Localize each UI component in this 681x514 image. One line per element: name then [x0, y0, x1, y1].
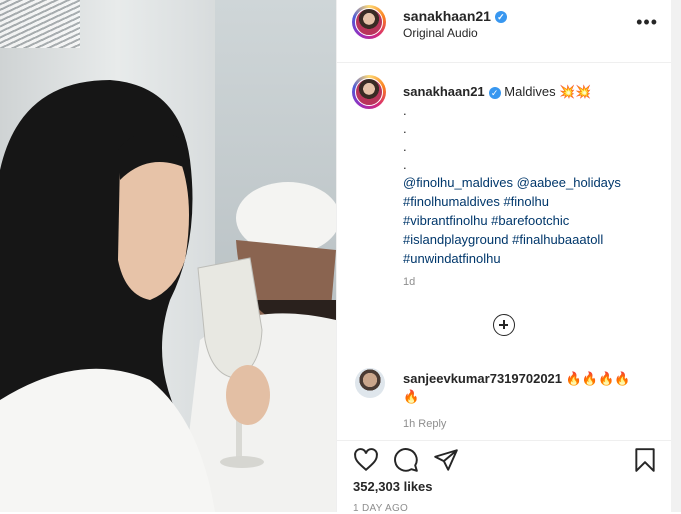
commenter-avatar[interactable] [355, 368, 385, 398]
media-scene [0, 80, 336, 512]
caption-dot: . [403, 103, 407, 118]
author-username[interactable]: sanakhaan21 ✓ [403, 8, 507, 24]
verified-badge-icon: ✓ [488, 86, 501, 99]
comment-text-continued: 🔥 [403, 389, 420, 404]
caption-dot: . [403, 121, 407, 136]
caption-tag-line[interactable]: #finolhumaldives #finolhu [403, 192, 653, 211]
instagram-post-view: sanakhaan21 ✓ Original Audio ••• sanakhaa… [0, 0, 681, 514]
commenter-username[interactable]: sanjeevkumar7319702021 [403, 371, 562, 386]
author-avatar[interactable] [352, 5, 386, 39]
post-actions: 352,303 likes 1 DAY AGO [337, 440, 672, 514]
heart-icon[interactable] [353, 447, 379, 473]
post-side-panel: sanakhaan21 ✓ Original Audio ••• sanakhaa… [336, 0, 672, 514]
plus-icon[interactable] [493, 314, 515, 336]
likes-count[interactable]: 352,303 likes [353, 479, 433, 494]
caption-username[interactable]: sanakhaan21 [403, 84, 485, 99]
caption-tag-line[interactable]: @finolhu_maldives @aabee_holidays [403, 173, 653, 192]
caption-time[interactable]: 1d [403, 276, 415, 288]
caption-avatar[interactable] [352, 75, 386, 109]
comment-icon[interactable] [393, 447, 419, 473]
post-header: sanakhaan21 ✓ Original Audio ••• [337, 0, 672, 63]
post-age[interactable]: 1 DAY AGO [353, 503, 408, 514]
bookmark-icon[interactable] [632, 447, 658, 473]
share-icon[interactable] [433, 447, 459, 473]
comments-section: sanakhaan21 ✓ Maldives 💥💥 . . . . @finolh… [337, 62, 672, 440]
comment: sanjeevkumar7319702021 🔥🔥🔥🔥 🔥 [403, 370, 653, 406]
page-scrollbar[interactable] [671, 0, 681, 512]
post-media-video[interactable] [0, 0, 336, 512]
verified-badge-icon: ✓ [494, 11, 507, 24]
caption-tag-line[interactable]: #unwindatfinolhu [403, 249, 653, 268]
caption-tag-line[interactable]: #islandplayground #finalhubaaatoll [403, 230, 653, 249]
caption: sanakhaan21 ✓ Maldives 💥💥 . . . . @finolh… [403, 82, 653, 268]
caption-dot: . [403, 157, 407, 172]
author-username-text[interactable]: sanakhaan21 [403, 8, 491, 24]
caption-dot: . [403, 139, 407, 154]
caption-emoji: 💥💥 [559, 84, 592, 99]
caption-dots: . . . . [403, 101, 653, 173]
more-icon[interactable]: ••• [636, 12, 658, 33]
comment-text: 🔥🔥🔥🔥 [565, 371, 631, 386]
caption-tag-line[interactable]: #vibrantfinolhu #barefootchic [403, 211, 653, 230]
comment-meta[interactable]: 1h Reply [403, 418, 446, 430]
audio-label[interactable]: Original Audio [403, 26, 478, 40]
caption-text: Maldives [504, 84, 556, 99]
